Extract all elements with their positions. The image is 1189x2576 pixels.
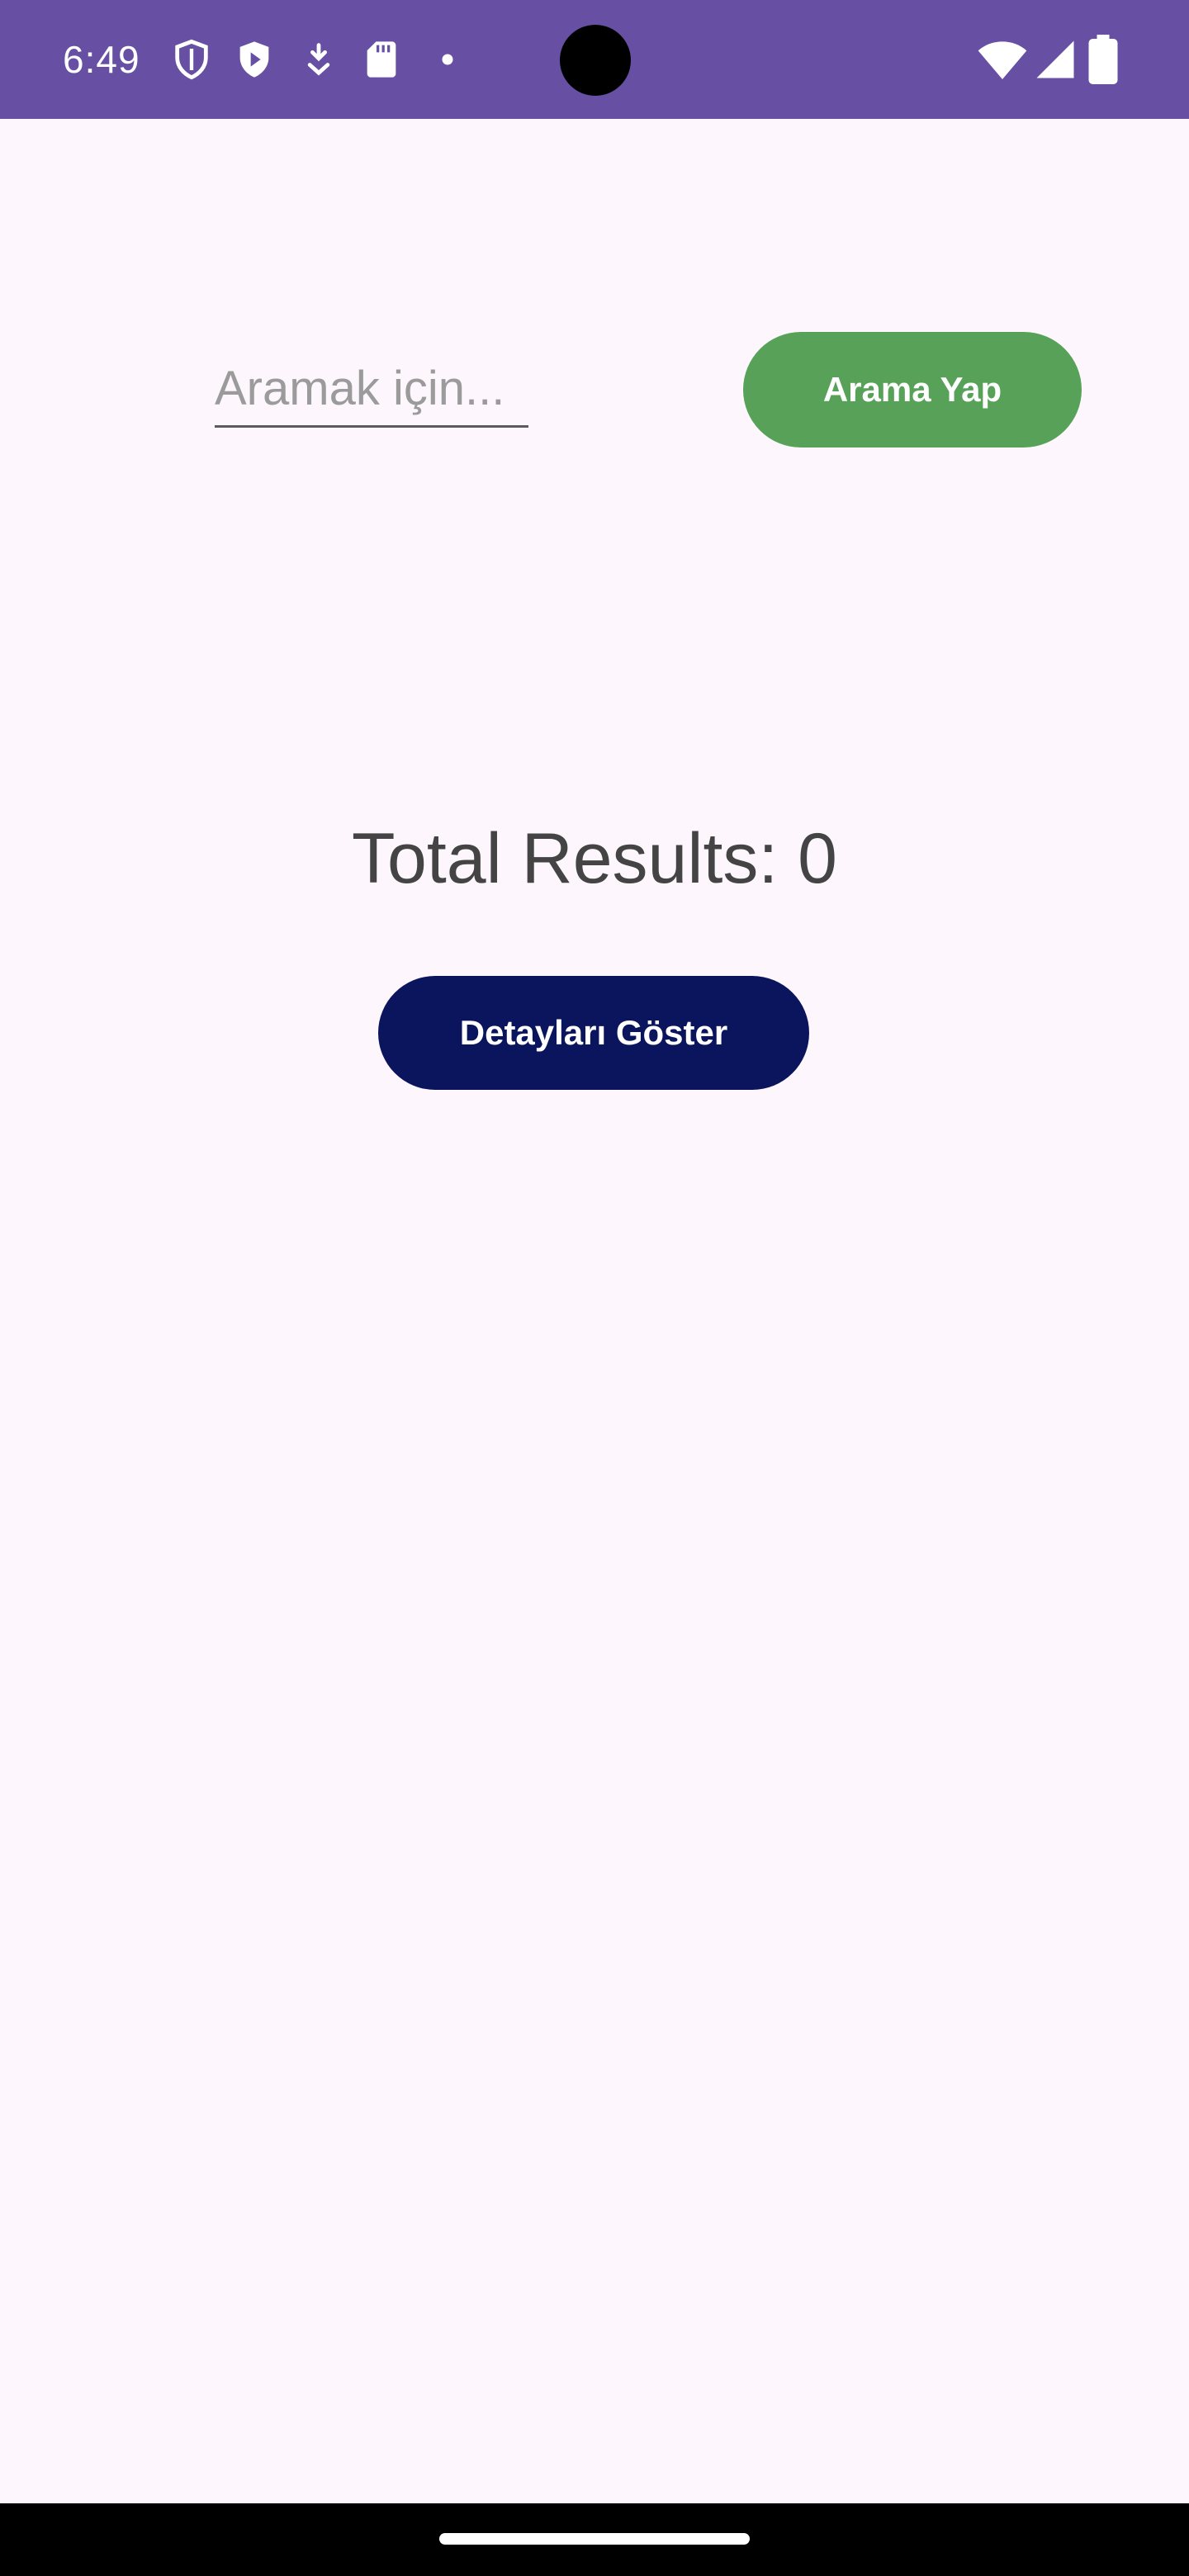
search-button[interactable]: Arama Yap: [743, 332, 1082, 447]
total-results-label: Total Results: 0: [352, 819, 837, 898]
search-input[interactable]: [215, 352, 528, 428]
camera-cutout: [560, 25, 631, 96]
home-gesture-handle[interactable]: [439, 2533, 750, 2545]
status-time: 6:49: [63, 38, 140, 81]
show-details-button[interactable]: Detayları Göster: [378, 976, 809, 1090]
status-bar: 6:49: [0, 0, 1189, 119]
sd-card-icon: [360, 38, 403, 81]
battery-icon: [1087, 35, 1120, 84]
shield-outline-icon: [170, 38, 213, 81]
play-protect-icon: [233, 38, 276, 81]
download-icon: [297, 38, 340, 81]
notification-dot-icon: [426, 38, 469, 81]
signal-icon: [1030, 35, 1080, 84]
wifi-icon: [976, 33, 1029, 86]
navigation-bar: [0, 2503, 1189, 2576]
